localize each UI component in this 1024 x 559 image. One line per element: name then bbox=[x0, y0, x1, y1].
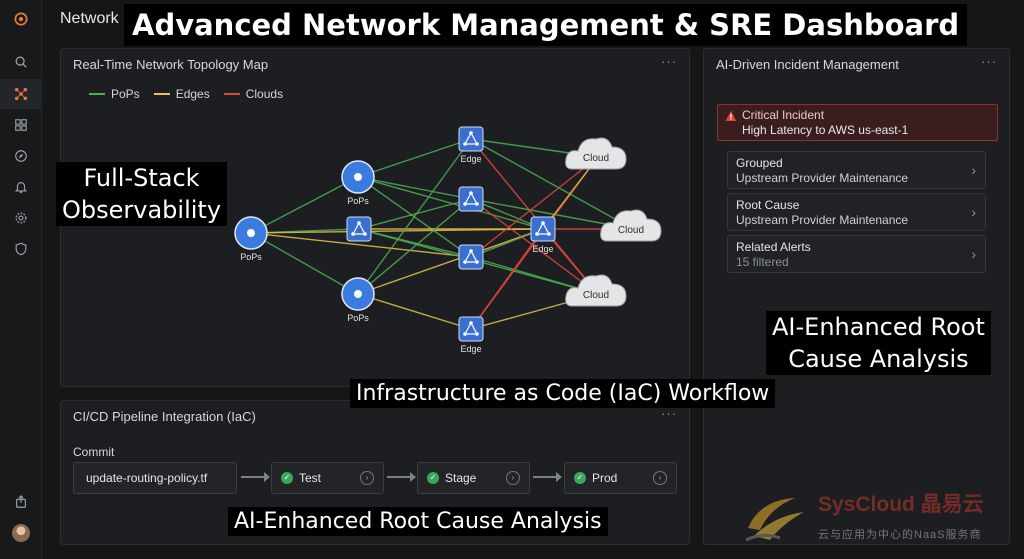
observability-callout: Full-Stack Observability bbox=[56, 162, 228, 226]
search-icon[interactable] bbox=[0, 47, 42, 77]
pipeline-panel-title: CI/CD Pipeline Integration (IaC) bbox=[73, 409, 256, 424]
watermark: SysCloud 晶易云 云与应用为中心的NaaS服务商 bbox=[740, 488, 1020, 548]
pipeline-stage-prod[interactable]: ✓ Prod › bbox=[564, 462, 677, 494]
stage-action-icon[interactable]: › bbox=[360, 471, 374, 485]
shield-icon[interactable] bbox=[0, 234, 42, 264]
stage-action-icon[interactable]: › bbox=[506, 471, 520, 485]
topology-link bbox=[357, 138, 472, 178]
topology-link bbox=[250, 176, 359, 234]
pop-node-label: PoPs bbox=[240, 252, 262, 262]
critical-incident-banner[interactable]: Critical Incident High Latency to AWS us… bbox=[717, 104, 998, 141]
stage-name: Test bbox=[299, 471, 322, 485]
check-circle-icon: ✓ bbox=[427, 472, 439, 484]
chevron-right-icon: › bbox=[971, 246, 976, 262]
pop-node[interactable]: PoPs bbox=[341, 160, 375, 206]
gear-icon[interactable] bbox=[0, 203, 42, 233]
rca-caption-bottom: AI-Enhanced Root Cause Analysis bbox=[228, 507, 608, 536]
pipeline-stage-test[interactable]: ✓ Test › bbox=[271, 462, 384, 494]
topology-link bbox=[357, 138, 472, 295]
topology-link bbox=[357, 293, 472, 330]
share-icon[interactable] bbox=[0, 487, 42, 517]
topology-link bbox=[357, 228, 544, 295]
pipeline-menu-button[interactable]: ··· bbox=[661, 406, 677, 421]
commit-label: Commit bbox=[73, 445, 115, 459]
rca-right-line-2: Cause Analysis bbox=[788, 345, 969, 373]
syscloud-logo-icon bbox=[745, 498, 804, 542]
iac-caption: Infrastructure as Code (IaC) Workflow bbox=[350, 379, 776, 408]
watermark-tagline: 云与应用为中心的NaaS服务商 bbox=[818, 529, 982, 541]
cloud-node[interactable]: Cloud bbox=[565, 274, 627, 307]
edge-node[interactable]: Edge bbox=[458, 316, 484, 354]
app-logo-icon[interactable] bbox=[0, 4, 42, 34]
incident-card-label: Root Cause bbox=[736, 198, 800, 212]
warning-icon bbox=[725, 110, 737, 121]
incident-card-label: Grouped bbox=[736, 156, 783, 170]
rca-callout-right: AI-Enhanced Root Cause Analysis bbox=[766, 311, 991, 375]
stage-action-icon[interactable]: › bbox=[653, 471, 667, 485]
pipeline-arrow bbox=[241, 472, 270, 482]
pipeline-arrow bbox=[533, 472, 562, 482]
observability-line-1: Full-Stack bbox=[83, 164, 200, 192]
pop-node[interactable]: PoPs bbox=[341, 277, 375, 323]
rca-right-line-1: AI-Enhanced Root bbox=[772, 313, 985, 341]
pipeline-arrow bbox=[387, 472, 416, 482]
pop-node-label: PoPs bbox=[347, 196, 369, 206]
incident-card-grouped[interactable]: Grouped Upstream Provider Maintenance › bbox=[727, 151, 986, 189]
commit-file-field[interactable]: update-routing-policy.tf bbox=[73, 462, 237, 494]
pop-node-label: PoPs bbox=[347, 313, 369, 323]
cloud-node-label: Cloud bbox=[583, 290, 609, 301]
edge-node-label: Edge bbox=[460, 154, 481, 164]
check-circle-icon: ✓ bbox=[281, 472, 293, 484]
incident-panel: AI-Driven Incident Management ··· Critic… bbox=[703, 48, 1010, 545]
stage-name: Prod bbox=[592, 471, 618, 485]
topology-link bbox=[357, 176, 472, 200]
bell-icon[interactable] bbox=[0, 172, 42, 202]
edge-node-label: Edge bbox=[532, 244, 553, 254]
cloud-node-label: Cloud bbox=[618, 225, 644, 236]
stage-name: Stage bbox=[445, 471, 477, 485]
pop-node[interactable]: PoPs bbox=[234, 216, 268, 262]
edge-node-label: Edge bbox=[460, 344, 481, 354]
incident-card-label: Related Alerts bbox=[736, 240, 811, 254]
incident-card-related-alerts[interactable]: Related Alerts 15 filtered › bbox=[727, 235, 986, 273]
topology-icon[interactable] bbox=[0, 79, 42, 109]
page-title: Network bbox=[60, 10, 119, 27]
switch-node[interactable] bbox=[346, 216, 372, 242]
headline-banner: Advanced Network Management & SRE Dashbo… bbox=[124, 4, 968, 46]
compass-icon[interactable] bbox=[0, 141, 42, 171]
topology-link bbox=[358, 228, 472, 258]
sidebar bbox=[0, 0, 42, 559]
incident-card-value: 15 filtered bbox=[736, 255, 789, 269]
incident-panel-title: AI-Driven Incident Management bbox=[716, 57, 899, 72]
incident-card-value: Upstream Provider Maintenance bbox=[736, 213, 909, 227]
chevron-right-icon: › bbox=[971, 204, 976, 220]
check-circle-icon: ✓ bbox=[574, 472, 586, 484]
critical-incident-detail: High Latency to AWS us-east-1 bbox=[742, 123, 909, 137]
incident-card-value: Upstream Provider Maintenance bbox=[736, 171, 909, 185]
chevron-right-icon: › bbox=[971, 162, 976, 178]
avatar[interactable] bbox=[12, 524, 30, 542]
grid-icon[interactable] bbox=[0, 110, 42, 140]
edge-node[interactable]: Edge bbox=[530, 216, 556, 254]
topology-link bbox=[250, 232, 359, 295]
watermark-brand: SysCloud 晶易云 bbox=[818, 493, 984, 516]
cloud-node[interactable]: Cloud bbox=[600, 209, 662, 242]
edge-node[interactable]: Edge bbox=[458, 126, 484, 164]
cloud-node[interactable]: Cloud bbox=[565, 137, 627, 170]
switch-node[interactable] bbox=[458, 244, 484, 270]
observability-line-2: Observability bbox=[62, 196, 222, 224]
incident-card-root-cause[interactable]: Root Cause Upstream Provider Maintenance… bbox=[727, 193, 986, 231]
critical-incident-title: Critical Incident bbox=[742, 108, 825, 122]
pipeline-stage-stage[interactable]: ✓ Stage › bbox=[417, 462, 530, 494]
cloud-node-label: Cloud bbox=[583, 153, 609, 164]
incident-menu-button[interactable]: ··· bbox=[981, 54, 997, 69]
switch-node[interactable] bbox=[458, 186, 484, 212]
